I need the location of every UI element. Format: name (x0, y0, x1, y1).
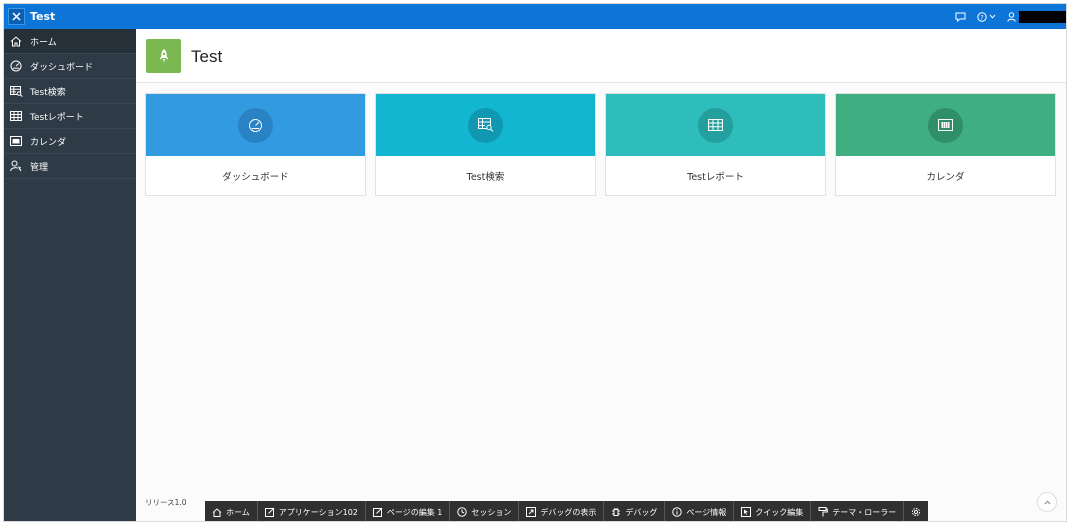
sidebar-item-label: カレンダ (30, 137, 67, 148)
sidebar-item-label: Test検索 (30, 87, 66, 98)
sidebar-item-label: 管理 (30, 162, 49, 173)
report-icon (10, 111, 26, 121)
feedback-icon (955, 12, 966, 22)
card-label: カレンダ (926, 172, 965, 183)
help-button[interactable]: ? (977, 11, 996, 22)
dev-application-button[interactable]: アプリケーション102 (258, 501, 366, 521)
sidebar-item-label: Testレポート (30, 112, 84, 123)
search-grid-icon (468, 107, 503, 143)
quick-edit-icon (741, 507, 752, 517)
calendar-icon (10, 136, 26, 146)
user-icon (1007, 11, 1016, 22)
sidebar-item-test-search[interactable]: Test検索 (4, 79, 136, 104)
dev-settings-button[interactable] (904, 501, 928, 521)
user-name-redacted (1019, 10, 1066, 23)
app-title[interactable]: Test (30, 10, 55, 23)
home-icon (212, 507, 222, 517)
dev-item-label: デバッグの表示 (540, 507, 597, 517)
sidebar-item-label: ダッシュボード (30, 62, 94, 73)
info-icon (672, 507, 683, 517)
admin-icon (10, 160, 26, 172)
bug-icon (611, 507, 621, 517)
page-title: Test (191, 47, 223, 66)
dev-quick-edit-button[interactable]: クイック編集 (734, 501, 812, 521)
top-navigation-bar: Test ? (4, 4, 1066, 29)
close-icon (12, 12, 21, 21)
dev-item-label: クイック編集 (755, 507, 804, 517)
edit-page-icon (372, 507, 383, 517)
user-menu-button[interactable] (1007, 10, 1066, 23)
dev-item-label: ページ情報 (686, 507, 727, 517)
dev-item-label: セッション (471, 507, 512, 517)
dev-edit-page-button[interactable]: ページの編集 1 (366, 501, 451, 521)
chevron-down-icon (989, 14, 996, 19)
card-header (836, 94, 1055, 156)
card-header (146, 94, 365, 156)
dev-home-button[interactable]: ホーム (205, 501, 258, 521)
card-calendar[interactable]: カレンダ (835, 93, 1056, 196)
dev-item-label: デバッグ (625, 507, 658, 517)
scroll-to-top-button[interactable] (1037, 492, 1057, 512)
browser-frame: Test ? ホーム ダッシュボード Test検索 Testレポート カレンダ … (3, 3, 1067, 522)
calendar-icon (928, 107, 963, 143)
paint-roller-icon (818, 507, 829, 517)
home-icon (10, 35, 26, 47)
developer-toolbar: ホーム アプリケーション102 ページの編集 1 セッション デバッグの表示 デ… (205, 501, 929, 521)
nav-toggle-button[interactable] (8, 8, 25, 25)
dashboard-icon (238, 107, 273, 143)
card-header (606, 94, 825, 156)
dev-page-info-button[interactable]: ページ情報 (665, 501, 735, 521)
dev-view-debug-button[interactable]: デバッグの表示 (519, 501, 605, 521)
card-label: Test検索 (466, 172, 505, 183)
card-test-search[interactable]: Test検索 (375, 93, 596, 196)
card-header (376, 94, 595, 156)
release-version: リリース1.0 (145, 498, 187, 507)
dev-item-label: ページの編集 1 (386, 507, 443, 517)
session-icon (457, 507, 468, 517)
view-debug-icon (526, 507, 537, 517)
main-content: Test ダッシュボード Test検索 Testレポート カレンダ リリース1.… (136, 29, 1066, 521)
dev-item-label: ホーム (226, 507, 250, 517)
feedback-button[interactable] (955, 12, 966, 22)
card-test-report[interactable]: Testレポート (605, 93, 826, 196)
sidebar-item-admin[interactable]: 管理 (4, 154, 136, 179)
svg-text:?: ? (980, 14, 983, 21)
sidebar-item-dashboard[interactable]: ダッシュボード (4, 54, 136, 79)
sidebar-item-calendar[interactable]: カレンダ (4, 129, 136, 154)
card-label: ダッシュボード (222, 172, 289, 183)
dev-item-label: アプリケーション102 (278, 507, 358, 517)
help-icon: ? (977, 11, 987, 22)
sidebar-item-home[interactable]: ホーム (4, 29, 136, 54)
dev-session-button[interactable]: セッション (450, 501, 520, 521)
card-label: Testレポート (687, 172, 744, 183)
card-dashboard[interactable]: ダッシュボード (145, 93, 366, 196)
dev-debug-button[interactable]: デバッグ (604, 501, 666, 521)
sidebar-item-test-report[interactable]: Testレポート (4, 104, 136, 129)
table-icon (698, 107, 733, 143)
search-grid-icon (10, 85, 26, 97)
sidebar-item-label: ホーム (30, 37, 57, 48)
sidebar: ホーム ダッシュボード Test検索 Testレポート カレンダ 管理 (4, 29, 136, 521)
edit-icon (264, 507, 275, 517)
chevron-up-icon (1044, 499, 1050, 504)
dashboard-icon (10, 60, 26, 72)
rocket-icon (146, 39, 181, 73)
dev-item-label: テーマ・ローラー (832, 507, 897, 517)
card-grid: ダッシュボード Test検索 Testレポート カレンダ (145, 93, 1058, 197)
settings-icon (911, 507, 921, 517)
top-actions: ? (955, 4, 1066, 29)
dev-theme-roller-button[interactable]: テーマ・ローラー (811, 501, 905, 521)
page-hero: Test (136, 29, 1066, 83)
